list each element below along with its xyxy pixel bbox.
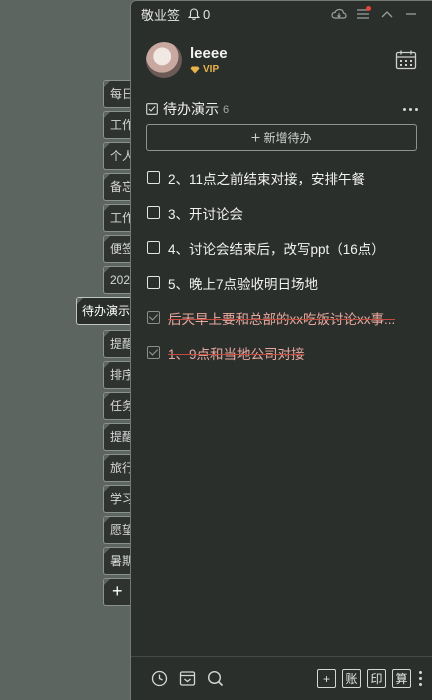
clock-icon: [151, 670, 167, 687]
avatar[interactable]: [146, 42, 182, 78]
account-button[interactable]: 账: [342, 669, 361, 688]
profile-section: leeee VIP: [131, 27, 432, 83]
todo-item-done[interactable]: 后天早上要和总部的xx吃饭讨论xx事...: [131, 300, 432, 335]
todo-text: 后天早上要和总部的xx吃饭讨论xx事...: [168, 311, 396, 327]
add-todo-button[interactable]: 新增待办: [146, 124, 417, 151]
todo-item[interactable]: 3、开讨论会: [131, 195, 432, 230]
menu-button[interactable]: [352, 5, 374, 23]
todo-text: 4、讨论会结束后，改写ppt（16点）: [168, 241, 385, 257]
diamond-icon: [190, 66, 200, 73]
bell-count: 0: [203, 6, 211, 22]
print-button[interactable]: 印: [367, 669, 386, 688]
collapse-button[interactable]: [376, 5, 398, 23]
search-button[interactable]: [205, 669, 225, 689]
reminder-bell[interactable]: 0: [188, 7, 210, 22]
archive-icon: [179, 671, 195, 686]
title-bar: 敬业签 0: [131, 1, 432, 27]
clock-button[interactable]: [149, 669, 169, 689]
todo-checkbox-checked[interactable]: [147, 311, 160, 324]
todo-checkbox[interactable]: [147, 276, 160, 289]
todo-checkbox[interactable]: [147, 241, 160, 254]
todo-item[interactable]: 5、晚上7点验收明日场地: [131, 265, 432, 300]
todo-item-done[interactable]: 1、9点和当地公司对接: [131, 335, 432, 370]
todo-text: 3、开讨论会: [168, 206, 244, 222]
calculator-button[interactable]: 算: [392, 669, 411, 688]
notification-dot: [366, 6, 371, 11]
vip-label: VIP: [203, 64, 220, 75]
more-options-icon[interactable]: [403, 107, 418, 111]
list-title: 待办演示: [163, 101, 219, 117]
bell-icon: [188, 7, 201, 20]
list-header: 待办演示 6: [131, 99, 432, 119]
plus-icon: [251, 133, 260, 142]
calendar-icon[interactable]: [394, 48, 418, 72]
todo-item[interactable]: 4、讨论会结束后，改写ppt（16点）: [131, 230, 432, 265]
cloud-sync-icon: [331, 8, 347, 19]
vip-badge[interactable]: VIP: [190, 64, 394, 75]
footer-toolbar: + 账 印 算: [131, 656, 432, 700]
minimize-icon: [406, 13, 416, 15]
todo-checkbox[interactable]: [147, 171, 160, 184]
archive-button[interactable]: [177, 669, 197, 689]
chevron-up-icon: [381, 11, 393, 18]
username: leeee: [190, 45, 228, 62]
todo-item[interactable]: 2、11点之前结束对接，安排午餐: [131, 160, 432, 195]
more-vertical-icon[interactable]: [419, 671, 422, 686]
add-note-button[interactable]: +: [317, 669, 336, 688]
todo-checkbox-checked[interactable]: [147, 346, 160, 359]
todo-text: 1、9点和当地公司对接: [168, 346, 305, 362]
main-panel: 敬业签 0 leeee VIP 待办演示 6 新增待办 2、11点之前结束对接，…: [130, 0, 432, 700]
list-count: 6: [223, 104, 230, 116]
cloud-sync-button[interactable]: [328, 5, 350, 23]
checklist-icon: [146, 103, 158, 115]
app-name: 敬业签: [141, 7, 181, 23]
todo-checkbox[interactable]: [147, 206, 160, 219]
todo-text: 5、晚上7点验收明日场地: [168, 276, 319, 292]
todo-list: 2、11点之前结束对接，安排午餐 3、开讨论会 4、讨论会结束后，改写ppt（1…: [131, 160, 432, 370]
search-icon: [207, 670, 223, 687]
add-todo-label: 新增待办: [263, 131, 312, 145]
minimize-button[interactable]: [400, 5, 422, 23]
todo-text: 2、11点之前结束对接，安排午餐: [168, 171, 366, 187]
